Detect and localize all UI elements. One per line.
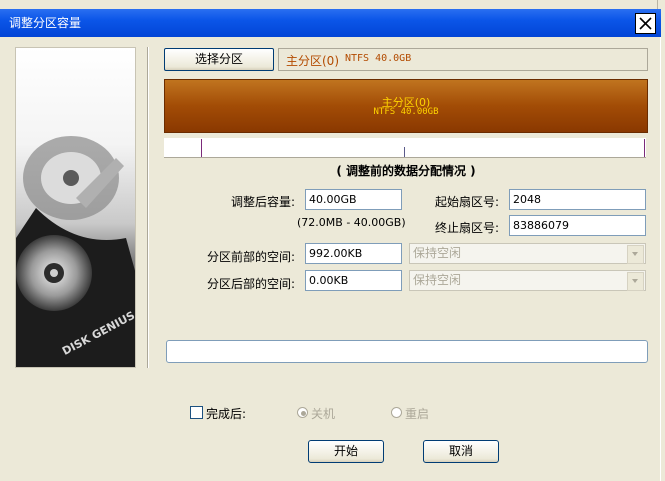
partition-scale-strip (164, 138, 646, 158)
size-after-label: 调整后容量: (231, 195, 296, 209)
shutdown-radio[interactable] (297, 407, 308, 418)
select-partition-button[interactable]: 选择分区 (164, 48, 274, 71)
dialog-titlebar[interactable] (0, 9, 661, 37)
space-after-input[interactable]: 0.00KB (305, 270, 402, 291)
space-before-select-value: 保持空闲 (413, 246, 462, 260)
space-after-select[interactable]: 保持空闲 (409, 270, 646, 291)
start-button[interactable]: 开始 (308, 440, 384, 463)
after-completion-checkbox[interactable] (190, 406, 203, 419)
space-after-label: 分区后部的空间: (207, 277, 296, 291)
size-after-input[interactable]: 40.00GB (305, 189, 402, 210)
space-after-select-value: 保持空闲 (413, 273, 462, 287)
start-sector-input[interactable]: 2048 (509, 189, 646, 210)
disk-genius-image: DISK GENIUS (15, 47, 136, 368)
restart-label: 重启 (405, 407, 430, 421)
scale-marker-middle (404, 147, 405, 157)
panel-divider (147, 47, 149, 368)
partition-bar-detail: NTFS 40.00GB (373, 107, 439, 117)
end-sector-label: 终止扇区号: (435, 221, 500, 235)
section-caption: ( 调整前的数据分配情况 ) (336, 164, 476, 178)
after-completion-label: 完成后: (206, 407, 247, 421)
radio-selected-dot (301, 411, 306, 416)
cancel-button[interactable]: 取消 (423, 440, 499, 463)
space-before-label: 分区前部的空间: (207, 250, 296, 264)
space-before-select[interactable]: 保持空闲 (409, 243, 646, 264)
dialog-title: 调整分区容量 (9, 16, 82, 30)
chevron-down-icon[interactable] (627, 245, 644, 264)
close-icon (639, 17, 652, 30)
end-sector-input[interactable]: 83886079 (509, 215, 646, 236)
shutdown-label: 关机 (311, 407, 336, 421)
scale-marker-end (644, 139, 645, 157)
progress-bar (166, 340, 648, 363)
chevron-down-icon[interactable] (627, 272, 644, 291)
partition-info-detail: NTFS 40.0GB (345, 53, 412, 64)
space-before-input[interactable]: 992.00KB (305, 243, 402, 264)
partition-info-label: 主分区(0) (286, 54, 339, 68)
start-sector-label: 起始扇区号: (435, 195, 500, 209)
size-range-hint: (72.0MB - 40.00GB) (297, 216, 406, 229)
close-button[interactable] (635, 13, 656, 34)
scale-marker-start (201, 139, 202, 157)
restart-radio[interactable] (391, 407, 402, 418)
